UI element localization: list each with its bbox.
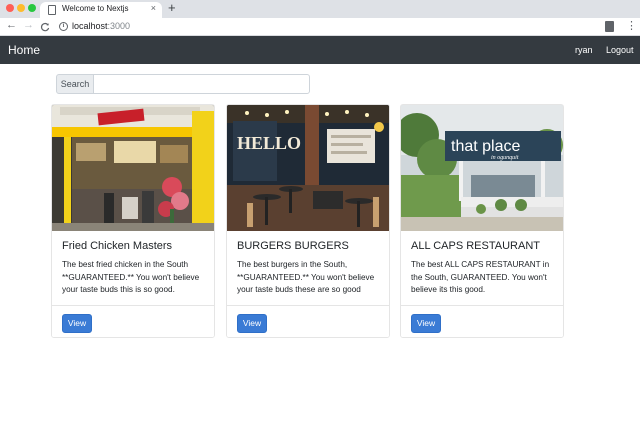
that-place-sign-sub: in ogunquit	[491, 155, 519, 161]
card-body: ALL CAPS RESTAURANT The best ALL CAPS RE…	[411, 239, 559, 297]
reload-svg	[40, 22, 50, 32]
url-host: localhost	[72, 21, 108, 31]
minimize-window-button[interactable]	[17, 4, 25, 12]
card-footer: View	[52, 305, 214, 337]
card-title: Fried Chicken Masters	[62, 240, 173, 252]
hello-sign: HELLO	[237, 133, 301, 153]
view-button[interactable]: View	[411, 314, 441, 333]
restaurant-card: that place in ogunquit ALL CAPS RESTAURA…	[400, 104, 564, 338]
url-port: :3000	[107, 21, 131, 31]
view-button[interactable]: View	[62, 314, 92, 333]
that-place-sign: that place	[451, 138, 520, 155]
extension-icon[interactable]	[605, 21, 614, 32]
search-label: Search	[56, 74, 94, 94]
maximize-window-button[interactable]	[28, 4, 36, 12]
search-group: Search	[56, 74, 310, 94]
search-input[interactable]	[93, 74, 310, 94]
card-body: BURGERS BURGERS The best burgers in the …	[237, 239, 385, 297]
tab-close-icon[interactable]: ×	[151, 3, 156, 13]
logout-link[interactable]: Logout	[606, 45, 634, 55]
reload-icon[interactable]	[40, 19, 50, 35]
burgers-photo: HELLO	[227, 105, 389, 231]
address-bar[interactable]: localhost:3000	[72, 21, 130, 31]
card-image: HELLO	[227, 105, 389, 231]
card-text: The best fried chicken in the South **GU…	[62, 260, 200, 294]
card-body: Fried Chicken Masters The best fried chi…	[62, 239, 210, 297]
card-footer: View	[401, 305, 563, 337]
home-link[interactable]: Home	[8, 43, 40, 57]
card-image	[52, 105, 214, 231]
menu-icon[interactable]: ⋮	[626, 19, 637, 32]
that-place-photo: that place in ogunquit	[401, 105, 563, 231]
card-title: BURGERS BURGERS	[237, 240, 349, 252]
card-title: ALL CAPS RESTAURANT	[411, 240, 540, 252]
app-navbar: Home ryan Logout	[0, 36, 640, 64]
browser-tab[interactable]: Welcome to Nextjs ×	[40, 2, 162, 18]
view-button[interactable]: View	[237, 314, 267, 333]
fried-chicken-photo	[52, 105, 214, 231]
card-image: that place in ogunquit	[401, 105, 563, 231]
card-footer: View	[227, 305, 389, 337]
browser-toolbar: ← → i localhost:3000 ⋮	[0, 18, 640, 36]
forward-icon[interactable]: →	[23, 19, 34, 31]
user-link[interactable]: ryan	[575, 45, 593, 55]
close-window-button[interactable]	[6, 4, 14, 12]
page-icon	[48, 5, 56, 15]
browser-tab-strip: Welcome to Nextjs × +	[0, 0, 640, 18]
restaurant-card: HELLO BURGERS BURGERS The best burgers i…	[226, 104, 390, 338]
card-text: The best burgers in the South, **GUARANT…	[237, 260, 375, 294]
restaurant-card: Fried Chicken Masters The best fried chi…	[51, 104, 215, 338]
info-icon[interactable]: i	[59, 22, 68, 31]
back-icon[interactable]: ←	[6, 19, 17, 31]
new-tab-button[interactable]: +	[168, 0, 176, 15]
card-text: The best ALL CAPS RESTAURANT in the Sout…	[411, 260, 550, 294]
tab-title: Welcome to Nextjs	[62, 4, 129, 13]
